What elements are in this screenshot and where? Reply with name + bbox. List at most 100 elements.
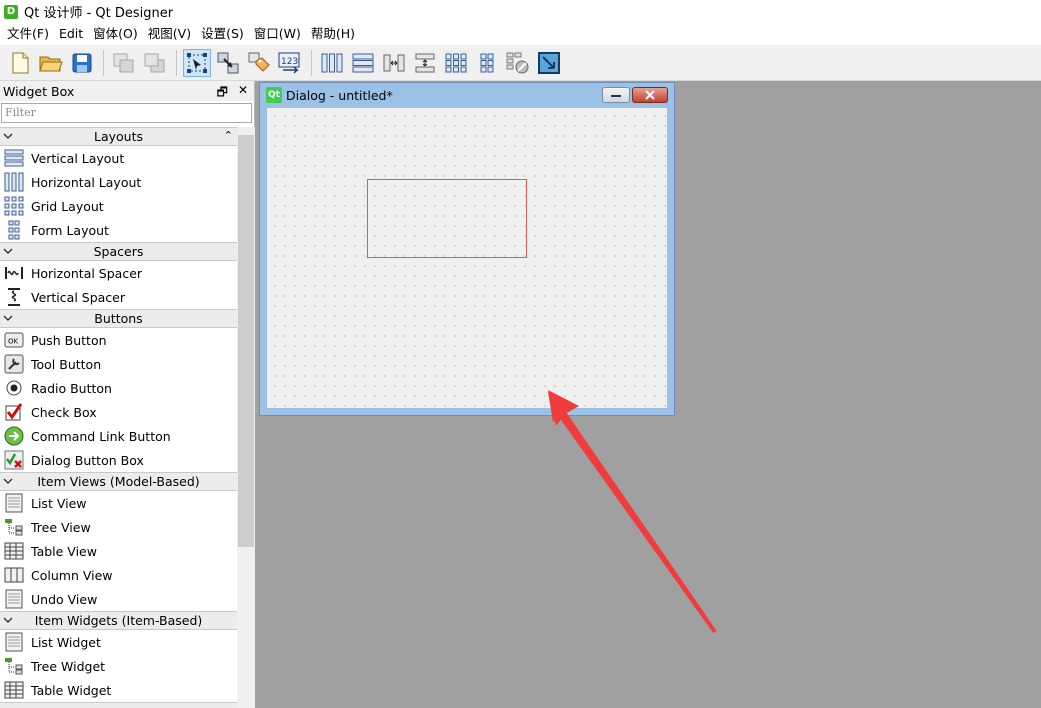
close-button[interactable]	[632, 87, 668, 103]
layout-vertically-button[interactable]	[349, 49, 377, 77]
bring-to-front-icon	[144, 53, 165, 72]
widget-item-label: List Widget	[31, 634, 101, 650]
widget-item-tree-view[interactable]: Tree View	[0, 515, 237, 539]
edit-buddies-icon	[248, 52, 270, 72]
widget-item-table-widget[interactable]: Table Widget	[0, 678, 237, 702]
save-button[interactable]	[68, 49, 96, 77]
push-button-icon: OK	[4, 330, 24, 350]
menu-file[interactable]: 文件(F)	[2, 23, 54, 45]
widget-item-command-link-button[interactable]: Command Link Button	[0, 424, 237, 448]
close-panel-icon[interactable]: ✕	[238, 83, 248, 104]
menu-edit[interactable]: Edit	[54, 23, 88, 45]
dialog-titlebar[interactable]: Qt Dialog - untitled*	[260, 83, 674, 107]
menu-settings[interactable]: 设置(S)	[196, 23, 249, 45]
form-layout-icon	[4, 220, 24, 240]
chevron-down-icon	[3, 248, 13, 254]
edit-widgets-button[interactable]	[183, 48, 211, 77]
toolbar-separator	[103, 49, 104, 76]
qt-icon: Qt	[266, 87, 282, 103]
widget-item-radio-button[interactable]: Radio Button	[0, 376, 237, 400]
widget-item-label: Undo View	[31, 591, 98, 607]
category-spacers[interactable]: Spacers	[0, 242, 237, 261]
widget-item-label: Vertical Layout	[31, 150, 125, 166]
layout-vertical-icon	[352, 53, 374, 72]
list-widget-icon	[4, 632, 24, 652]
widget-item-form-layout[interactable]: Form Layout	[0, 218, 237, 242]
new-file-button[interactable]	[6, 49, 34, 77]
break-layout-button[interactable]	[504, 49, 532, 77]
save-icon	[72, 53, 92, 72]
widget-item-dialog-button-box[interactable]: Dialog Button Box	[0, 448, 237, 472]
table-widget-icon	[4, 680, 24, 700]
widget-item-label: Horizontal Spacer	[31, 265, 143, 281]
send-to-back-icon	[113, 53, 134, 72]
bring-to-front-button[interactable]	[141, 49, 169, 77]
widget-item-horizontal-layout[interactable]: Horizontal Layout	[0, 170, 237, 194]
widget-item-tree-widget[interactable]: Tree Widget	[0, 654, 237, 678]
svg-text:123: 123	[281, 57, 298, 67]
edit-signals-slots-icon	[217, 52, 239, 73]
open-file-button[interactable]	[37, 49, 65, 77]
widget-item-label: Radio Button	[31, 380, 112, 396]
layout-form-icon	[480, 53, 494, 72]
adjust-size-icon	[538, 51, 560, 74]
edit-tab-order-icon: 123	[278, 52, 300, 74]
send-to-back-button[interactable]	[110, 49, 138, 77]
widget-item-table-view[interactable]: Table View	[0, 539, 237, 563]
widget-box-scrollbar[interactable]	[237, 127, 255, 708]
menu-window[interactable]: 窗口(W)	[249, 23, 306, 45]
vertical-layout-icon	[4, 148, 24, 168]
widget-item-label: Form Layout	[31, 222, 109, 238]
category-next-partial[interactable]	[0, 702, 237, 708]
widget-item-grid-layout[interactable]: Grid Layout	[0, 194, 237, 218]
menu-help[interactable]: 帮助(H)	[306, 23, 360, 45]
filter-input[interactable]: Filter	[1, 103, 252, 123]
category-layouts[interactable]: Layouts ⌃	[0, 127, 237, 146]
edit-tab-order-button[interactable]: 123	[276, 49, 304, 77]
layout-grid-button[interactable]	[442, 49, 470, 77]
chevron-down-icon	[3, 133, 13, 139]
minimize-button[interactable]	[602, 87, 630, 103]
layout-grid-icon	[445, 53, 467, 72]
dialog-form-window[interactable]: Qt Dialog - untitled*	[259, 82, 675, 416]
vertical-spacer-icon	[4, 287, 24, 307]
scrollbar-thumb[interactable]	[238, 135, 254, 547]
widget-item-undo-view[interactable]: Undo View	[0, 587, 237, 611]
widget-item-vertical-spacer[interactable]: Vertical Spacer	[0, 285, 237, 309]
widget-item-list-view[interactable]: List View	[0, 491, 237, 515]
widget-item-tool-button[interactable]: Tool Button	[0, 352, 237, 376]
widget-item-push-button[interactable]: OK Push Button	[0, 328, 237, 352]
undo-view-icon	[4, 589, 24, 609]
annotation-arrow-shaft	[560, 416, 717, 634]
command-link-icon	[4, 426, 24, 446]
category-buttons[interactable]: Buttons	[0, 309, 237, 328]
layout-horizontal-splitter-button[interactable]	[380, 49, 408, 77]
widget-item-check-box[interactable]: Check Box	[0, 400, 237, 424]
widget-box-header: Widget Box 🗗 ✕	[0, 81, 254, 101]
form-canvas[interactable]	[267, 108, 667, 408]
dialog-title: Dialog - untitled*	[286, 87, 393, 103]
adjust-size-button[interactable]	[535, 49, 563, 77]
widget-item-label: Vertical Spacer	[31, 289, 125, 305]
widget-item-list-widget[interactable]: List Widget	[0, 630, 237, 654]
category-item-widgets[interactable]: Item Widgets (Item-Based)	[0, 611, 237, 630]
widget-item-label: Command Link Button	[31, 428, 171, 444]
widget-item-horizontal-spacer[interactable]: Horizontal Spacer	[0, 261, 237, 285]
widget-item-vertical-layout[interactable]: Vertical Layout	[0, 146, 237, 170]
edit-signals-slots-button[interactable]	[214, 49, 242, 77]
widget-item-label: Tree Widget	[31, 658, 106, 674]
layout-horizontal-icon	[321, 53, 343, 72]
widget-item-column-view[interactable]: Column View	[0, 563, 237, 587]
menu-form[interactable]: 窗体(O)	[88, 23, 143, 45]
layout-form-button[interactable]	[473, 49, 501, 77]
menu-view[interactable]: 视图(V)	[143, 23, 196, 45]
float-panel-icon[interactable]: 🗗	[217, 83, 228, 104]
category-item-views[interactable]: Item Views (Model-Based)	[0, 472, 237, 491]
svg-text:OK: OK	[8, 338, 19, 346]
minimize-icon	[611, 95, 621, 97]
layout-horizontally-button[interactable]	[318, 49, 346, 77]
scroll-up-icon[interactable]: ⌃	[224, 129, 233, 142]
category-label: Spacers	[93, 244, 144, 259]
edit-buddies-button[interactable]	[245, 49, 273, 77]
layout-vertical-splitter-button[interactable]	[411, 49, 439, 77]
